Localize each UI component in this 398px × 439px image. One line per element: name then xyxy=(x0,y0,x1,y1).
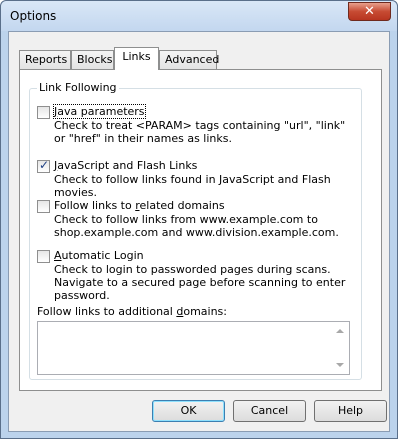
automatic-login-description: Check to login to passworded pages durin… xyxy=(54,263,346,302)
tab-blocks[interactable]: Blocks xyxy=(71,50,114,69)
automatic-login-label[interactable]: Automatic Login xyxy=(54,249,144,262)
automatic-login-checkbox[interactable] xyxy=(37,250,50,263)
tab-advanced[interactable]: Advanced xyxy=(159,50,219,69)
label-part: elated domains xyxy=(139,199,225,212)
tab-reports[interactable]: Reports xyxy=(19,50,71,69)
additional-domains-textarea[interactable] xyxy=(37,321,350,375)
close-button[interactable]: ✕ xyxy=(348,2,391,21)
label-part: Follow links to additional xyxy=(37,305,177,318)
tab-links[interactable]: Links xyxy=(114,47,159,70)
accelerator-key: A xyxy=(54,249,62,262)
dialog-button-row: OK Cancel Help xyxy=(0,400,398,430)
ok-button[interactable]: OK xyxy=(152,400,225,422)
window-title: Options xyxy=(10,9,57,23)
label-part: ava parameters xyxy=(57,105,145,118)
label-part: utomatic Login xyxy=(61,249,144,262)
textarea-scrollbar[interactable] xyxy=(332,322,349,374)
label-part: Follow links to xyxy=(54,199,136,212)
title-bar: Options ✕ xyxy=(1,1,397,31)
java-parameters-label[interactable]: Java parameters xyxy=(53,104,146,119)
javascript-flash-checkbox[interactable] xyxy=(37,158,50,173)
links-tab-panel: Link Following Java parameters Check to … xyxy=(19,69,382,391)
help-button[interactable]: Help xyxy=(314,400,387,422)
related-domains-description: Check to follow links from www.example.c… xyxy=(54,213,339,239)
related-domains-label[interactable]: Follow links to related domains xyxy=(54,199,225,212)
label-part: avaScript and Flash Links xyxy=(57,159,198,172)
link-following-group: Link Following Java parameters Check to … xyxy=(29,81,362,380)
java-parameters-checkbox[interactable] xyxy=(37,106,50,119)
close-icon: ✕ xyxy=(364,4,375,19)
label-part: omains: xyxy=(183,305,227,318)
javascript-flash-label[interactable]: JavaScript and Flash Links xyxy=(54,159,197,172)
group-label: Link Following xyxy=(37,81,119,94)
cancel-button[interactable]: Cancel xyxy=(233,400,306,422)
javascript-flash-description: Check to follow links found in JavaScrip… xyxy=(54,173,331,199)
scroll-down-icon[interactable] xyxy=(336,363,344,367)
java-parameters-description: Check to treat <PARAM> tags containing "… xyxy=(54,119,346,145)
additional-domains-label: Follow links to additional domains: xyxy=(37,305,227,318)
related-domains-checkbox[interactable] xyxy=(37,200,50,213)
scroll-up-icon[interactable] xyxy=(336,329,344,333)
